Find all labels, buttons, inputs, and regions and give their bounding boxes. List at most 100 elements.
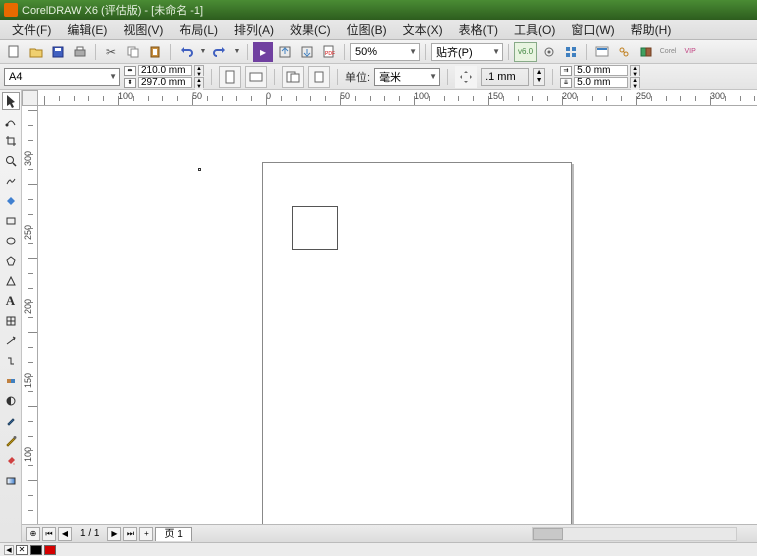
horizontal-ruler[interactable]: 100 50 0 50 100 150 200 250 300 <box>38 90 757 106</box>
redo-button[interactable] <box>210 42 230 62</box>
connector-tool[interactable] <box>2 352 20 370</box>
unit-select[interactable]: 毫米 ▼ <box>374 68 440 86</box>
page-width-input[interactable]: 210.0 mm <box>138 65 192 76</box>
table-tool[interactable] <box>2 312 20 330</box>
landscape-button[interactable] <box>245 66 267 88</box>
menu-view[interactable]: 视图(V) <box>115 19 171 40</box>
menu-bitmap[interactable]: 位图(B) <box>339 19 395 40</box>
palette-prev[interactable]: ◀ <box>4 545 14 555</box>
menu-edit[interactable]: 编辑(E) <box>59 19 115 40</box>
separator <box>344 44 345 60</box>
new-page-button[interactable]: + <box>139 527 153 541</box>
redo-dropdown[interactable]: ▼ <box>232 42 242 62</box>
menu-file[interactable]: 文件(F) <box>4 19 59 40</box>
zoom-level-select[interactable]: 50% ▼ <box>350 43 420 61</box>
vip-button[interactable]: VIP <box>680 42 700 62</box>
pick-tool[interactable] <box>2 92 20 110</box>
snap-select[interactable]: 贴齐(P) ▼ <box>431 43 503 61</box>
publish-pdf-button[interactable]: PDF <box>319 42 339 62</box>
height-spinner[interactable]: ▲▼ <box>194 77 204 88</box>
separator <box>508 44 509 60</box>
new-button[interactable] <box>4 42 24 62</box>
dup-h-input[interactable]: 5.0 mm <box>574 65 628 76</box>
menu-window[interactable]: 窗口(W) <box>563 19 622 40</box>
save-button[interactable] <box>48 42 68 62</box>
open-button[interactable] <box>26 42 46 62</box>
all-pages-button[interactable] <box>282 66 304 88</box>
vertical-ruler[interactable]: 300 250 200 150 100 50 <box>22 106 38 524</box>
docker-button[interactable] <box>636 42 656 62</box>
import-button[interactable] <box>275 42 295 62</box>
dup-v-input[interactable]: 5.0 mm <box>574 77 628 88</box>
nudge-distance-input[interactable]: .1 mm <box>481 68 529 86</box>
launcher-button[interactable] <box>561 42 581 62</box>
menu-layout[interactable]: 布局(L) <box>171 19 226 40</box>
first-page-button[interactable]: ⏮ <box>42 527 56 541</box>
horizontal-scrollbar[interactable] <box>532 527 737 541</box>
print-button[interactable] <box>70 42 90 62</box>
prev-page-button[interactable]: ◀ <box>58 527 72 541</box>
ruler-label: 300 <box>710 91 725 101</box>
dimension-tool[interactable] <box>2 332 20 350</box>
shape-tool[interactable] <box>2 112 20 130</box>
scrollbar-thumb[interactable] <box>533 528 563 540</box>
zoom-value: 50% <box>355 46 377 58</box>
cut-button[interactable]: ✂ <box>101 42 121 62</box>
freehand-tool[interactable] <box>2 172 20 190</box>
welcome-button[interactable] <box>592 42 612 62</box>
paste-button[interactable] <box>145 42 165 62</box>
smart-fill-tool[interactable] <box>2 192 20 210</box>
swatch-black[interactable] <box>30 545 42 555</box>
interactive-fill-tool[interactable] <box>2 472 20 490</box>
ruler-label: 100 <box>118 91 133 101</box>
transparency-tool[interactable] <box>2 392 20 410</box>
menu-table[interactable]: 表格(T) <box>451 19 506 40</box>
undo-button[interactable] <box>176 42 196 62</box>
zoom-tool[interactable] <box>2 152 20 170</box>
drawing-viewport[interactable] <box>38 106 757 524</box>
ellipse-tool[interactable] <box>2 232 20 250</box>
connect-button[interactable] <box>614 42 634 62</box>
search-button[interactable]: ▸ <box>253 42 273 62</box>
page-height-input[interactable]: 297.0 mm <box>138 77 192 88</box>
copy-button[interactable] <box>123 42 143 62</box>
fill-tool[interactable] <box>2 452 20 470</box>
interactive-tool[interactable] <box>2 372 20 390</box>
standard-toolbar: ✂ ▼ ▼ ▸ PDF 50% ▼ 贴齐(P) ▼ v6.0 Corel VIP <box>0 40 757 64</box>
current-page-button[interactable] <box>308 66 330 88</box>
eyedropper-tool[interactable] <box>2 412 20 430</box>
next-page-button[interactable]: ▶ <box>107 527 121 541</box>
dropdown-icon: ▼ <box>492 47 500 56</box>
page-tab[interactable]: 页 1 <box>155 527 191 541</box>
menu-help[interactable]: 帮助(H) <box>623 19 680 40</box>
width-spinner[interactable]: ▲▼ <box>194 65 204 76</box>
menu-effects[interactable]: 效果(C) <box>282 19 339 40</box>
separator <box>274 69 275 85</box>
menu-text[interactable]: 文本(X) <box>395 19 451 40</box>
portrait-button[interactable] <box>219 66 241 88</box>
dup-h-spinner[interactable]: ▲▼ <box>630 65 640 76</box>
options-button[interactable] <box>539 42 559 62</box>
rectangle-shape[interactable] <box>292 206 338 250</box>
menu-arrange[interactable]: 排列(A) <box>226 19 282 40</box>
swatch-red[interactable] <box>44 545 56 555</box>
last-page-button[interactable]: ⏭ <box>123 527 137 541</box>
basic-shapes-tool[interactable] <box>2 272 20 290</box>
width-icon: ⬌ <box>124 66 136 76</box>
work-area: A 100 50 0 50 100 150 200 250 300 300 25… <box>0 90 757 542</box>
export-button[interactable] <box>297 42 317 62</box>
menu-tools[interactable]: 工具(O) <box>506 19 563 40</box>
corel-button[interactable]: Corel <box>658 42 678 62</box>
nudge-spinner[interactable]: ▲▼ <box>533 68 545 86</box>
dup-v-spinner[interactable]: ▲▼ <box>630 77 640 88</box>
add-page-button[interactable]: ⊕ <box>26 527 40 541</box>
polygon-tool[interactable] <box>2 252 20 270</box>
ruler-origin[interactable] <box>22 90 38 106</box>
outline-tool[interactable] <box>2 432 20 450</box>
swatch-none[interactable] <box>16 545 28 555</box>
rectangle-tool[interactable] <box>2 212 20 230</box>
text-tool[interactable]: A <box>2 292 20 310</box>
undo-dropdown[interactable]: ▼ <box>198 42 208 62</box>
paper-size-select[interactable]: A4 ▼ <box>4 68 120 86</box>
crop-tool[interactable] <box>2 132 20 150</box>
